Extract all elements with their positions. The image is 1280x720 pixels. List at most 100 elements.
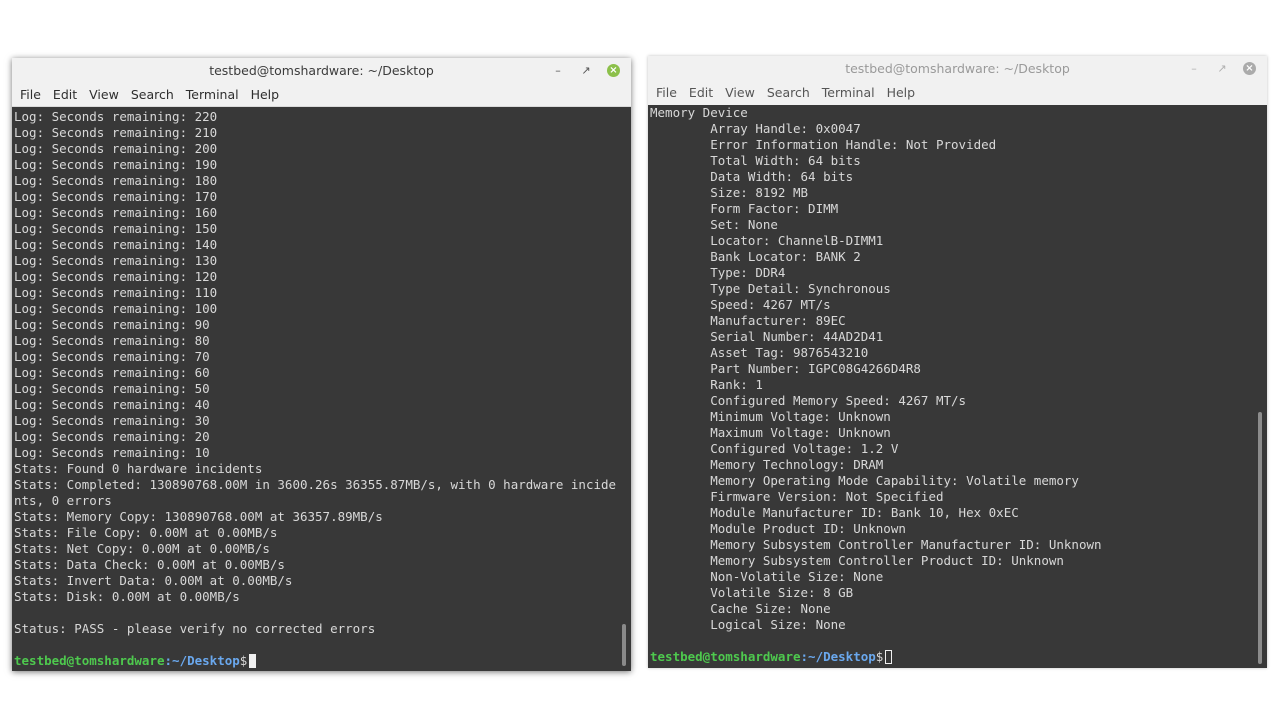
terminal-line: Log: Seconds remaining: 70 <box>14 349 210 364</box>
terminal-line: Memory Operating Mode Capability: Volati… <box>650 473 1079 488</box>
maximize-icon[interactable]: ↗ <box>576 58 596 84</box>
terminal-line: Log: Seconds remaining: 160 <box>14 205 218 220</box>
prompt-user: testbed@tomshardware <box>650 649 801 664</box>
scrollbar[interactable] <box>1258 412 1262 664</box>
terminal-line: Log: Seconds remaining: 30 <box>14 413 210 428</box>
terminal-line: Rank: 1 <box>650 377 763 392</box>
terminal-output[interactable]: Memory Device Array Handle: 0x0047 Error… <box>648 105 1267 668</box>
terminal-line: Speed: 4267 MT/s <box>650 297 831 312</box>
terminal-line: Module Manufacturer ID: Bank 10, Hex 0xE… <box>650 505 1019 520</box>
terminal-line: Error Information Handle: Not Provided <box>650 137 997 152</box>
terminal-line: Locator: ChannelB-DIMM1 <box>650 233 884 248</box>
terminal-line: Cache Size: None <box>650 601 831 616</box>
terminal-line: Module Product ID: Unknown <box>650 521 906 536</box>
terminal-line: Form Factor: DIMM <box>650 201 839 216</box>
terminal-window-right[interactable]: testbed@tomshardware: ~/Desktop – ↗ × Fi… <box>648 56 1267 668</box>
minimize-icon[interactable]: – <box>548 58 568 84</box>
scrollbar[interactable] <box>622 624 626 666</box>
terminal-line: Firmware Version: Not Specified <box>650 489 944 504</box>
menu-edit[interactable]: Edit <box>689 82 713 104</box>
terminal-line: Stats: Net Copy: 0.00M at 0.00MB/s <box>14 541 270 556</box>
terminal-line: nts, 0 errors <box>14 493 112 508</box>
terminal-line: Stats: Invert Data: 0.00M at 0.00MB/s <box>14 573 293 588</box>
terminal-line: Log: Seconds remaining: 10 <box>14 445 210 460</box>
terminal-line: Manufacturer: 89EC <box>650 313 846 328</box>
menubar: File Edit View Search Terminal Help <box>12 84 631 107</box>
terminal-line: Log: Seconds remaining: 80 <box>14 333 210 348</box>
terminal-line: Bank Locator: BANK 2 <box>650 249 861 264</box>
terminal-line: Stats: Disk: 0.00M at 0.00MB/s <box>14 589 240 604</box>
terminal-line: Log: Seconds remaining: 90 <box>14 317 210 332</box>
terminal-line: Log: Seconds remaining: 110 <box>14 285 218 300</box>
terminal-line: Stats: Data Check: 0.00M at 0.00MB/s <box>14 557 285 572</box>
terminal-line: Logical Size: None <box>650 617 846 632</box>
terminal-line: Stats: File Copy: 0.00M at 0.00MB/s <box>14 525 278 540</box>
menu-file[interactable]: File <box>656 82 677 104</box>
terminal-line: Log: Seconds remaining: 120 <box>14 269 218 284</box>
terminal-line: Log: Seconds remaining: 200 <box>14 141 218 156</box>
titlebar[interactable]: testbed@tomshardware: ~/Desktop – ↗ × <box>12 58 631 84</box>
menu-terminal[interactable]: Terminal <box>822 82 875 104</box>
terminal-line: Log: Seconds remaining: 60 <box>14 365 210 380</box>
terminal-line: Stats: Memory Copy: 130890768.00M at 363… <box>14 509 383 524</box>
menu-help[interactable]: Help <box>251 84 280 106</box>
terminal-line: Type: DDR4 <box>650 265 786 280</box>
terminal-line: Type Detail: Synchronous <box>650 281 891 296</box>
terminal-line: Memory Subsystem Controller Product ID: … <box>650 553 1064 568</box>
prompt-user: testbed@tomshardware <box>14 653 165 668</box>
menu-view[interactable]: View <box>89 84 119 106</box>
menubar: File Edit View Search Terminal Help <box>648 82 1267 105</box>
menu-edit[interactable]: Edit <box>53 84 77 106</box>
terminal-line: Data Width: 64 bits <box>650 169 854 184</box>
terminal-line: Size: 8192 MB <box>650 185 809 200</box>
titlebar[interactable]: testbed@tomshardware: ~/Desktop – ↗ × <box>648 56 1267 82</box>
prompt-path: :~/Desktop <box>800 649 876 664</box>
terminal-line: Log: Seconds remaining: 140 <box>14 237 218 252</box>
terminal-output[interactable]: Log: Seconds remaining: 220 Log: Seconds … <box>12 107 631 671</box>
terminal-line: Stats: Completed: 130890768.00M in 3600.… <box>14 477 617 492</box>
terminal-line: Part Number: IGPC08G4266D4R8 <box>650 361 921 376</box>
terminal-line: Status: PASS - please verify no correcte… <box>14 621 376 636</box>
menu-help[interactable]: Help <box>887 82 916 104</box>
shell-prompt[interactable]: testbed@tomshardware:~/Desktop$ <box>14 653 631 669</box>
menu-search[interactable]: Search <box>131 84 174 106</box>
close-icon[interactable]: × <box>607 64 620 77</box>
text-cursor <box>249 654 257 668</box>
prompt-path: :~/Desktop <box>164 653 240 668</box>
terminal-line: Configured Voltage: 1.2 V <box>650 441 899 456</box>
menu-file[interactable]: File <box>20 84 41 106</box>
terminal-line: Memory Subsystem Controller Manufacturer… <box>650 537 1102 552</box>
window-title: testbed@tomshardware: ~/Desktop <box>209 63 434 78</box>
terminal-line: Non-Volatile Size: None <box>650 569 884 584</box>
text-cursor <box>885 650 893 664</box>
maximize-icon[interactable]: ↗ <box>1212 56 1232 82</box>
terminal-line: Log: Seconds remaining: 50 <box>14 381 210 396</box>
terminal-line: Total Width: 64 bits <box>650 153 861 168</box>
terminal-line: Memory Device <box>650 105 748 120</box>
terminal-line: Log: Seconds remaining: 100 <box>14 301 218 316</box>
terminal-line: Log: Seconds remaining: 20 <box>14 429 210 444</box>
terminal-line: Log: Seconds remaining: 150 <box>14 221 218 236</box>
terminal-window-left[interactable]: testbed@tomshardware: ~/Desktop – ↗ × Fi… <box>12 58 631 671</box>
terminal-line: Log: Seconds remaining: 210 <box>14 125 218 140</box>
terminal-line: Log: Seconds remaining: 180 <box>14 173 218 188</box>
terminal-line: Memory Technology: DRAM <box>650 457 884 472</box>
terminal-line: Stats: Found 0 hardware incidents <box>14 461 263 476</box>
menu-view[interactable]: View <box>725 82 755 104</box>
menu-terminal[interactable]: Terminal <box>186 84 239 106</box>
terminal-line: Set: None <box>650 217 778 232</box>
terminal-line: Log: Seconds remaining: 170 <box>14 189 218 204</box>
terminal-line: Log: Seconds remaining: 40 <box>14 397 210 412</box>
close-icon[interactable]: × <box>1243 62 1256 75</box>
terminal-line: Asset Tag: 9876543210 <box>650 345 869 360</box>
menu-search[interactable]: Search <box>767 82 810 104</box>
window-title: testbed@tomshardware: ~/Desktop <box>845 61 1070 76</box>
terminal-line: Maximum Voltage: Unknown <box>650 425 891 440</box>
minimize-icon[interactable]: – <box>1184 56 1204 82</box>
terminal-line: Minimum Voltage: Unknown <box>650 409 891 424</box>
shell-prompt[interactable]: testbed@tomshardware:~/Desktop$ <box>650 649 1267 665</box>
terminal-line: Log: Seconds remaining: 190 <box>14 157 218 172</box>
terminal-line: Configured Memory Speed: 4267 MT/s <box>650 393 967 408</box>
